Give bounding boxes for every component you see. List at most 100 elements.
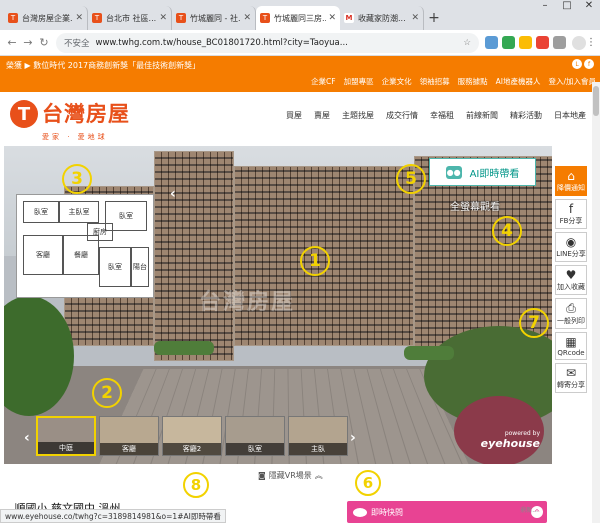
nav-events[interactable]: 精彩活動 <box>510 110 542 121</box>
printer-icon: ⎙ <box>566 301 576 315</box>
close-tab-icon[interactable]: ✕ <box>75 13 83 23</box>
powered-by[interactable]: powered by eyehouse <box>481 430 540 450</box>
price-alert-button[interactable]: ⌂ 降價通知 <box>555 166 587 196</box>
facebook-icon: f <box>568 202 574 216</box>
fullscreen-button[interactable]: 全螢幕觀看 <box>450 198 500 213</box>
extension-icon[interactable] <box>519 36 532 49</box>
page-scrollbar[interactable] <box>592 82 600 523</box>
line-share-button[interactable]: ◉ LINE分享 <box>555 232 587 262</box>
link-recruit[interactable]: 領袖招募 <box>420 76 450 87</box>
nav-japan[interactable]: 日本地產 <box>554 110 586 121</box>
extension-icon[interactable] <box>485 36 498 49</box>
new-tab-button[interactable]: + <box>424 6 444 30</box>
browser-tab[interactable]: M 收藏家防潮... ✕ <box>340 6 424 30</box>
site-favicon-icon: T <box>92 13 102 23</box>
maximize-button[interactable]: □ <box>556 0 578 18</box>
vr-thumbnail[interactable]: 中庭 <box>36 416 96 456</box>
site-favicon-icon: T <box>176 13 186 23</box>
vr-prev-arrow[interactable]: ‹ <box>170 186 176 202</box>
marker-3: 3 <box>62 164 92 194</box>
print-button[interactable]: ⎙ 一般列印 <box>555 298 587 329</box>
vr-viewer[interactable]: 台灣房屋 臥室 主臥室 臥室 客廳 餐廳 臥室 陽台 廚房 ‹ ‹ › ●● A… <box>4 146 552 464</box>
browser-tab[interactable]: T 竹城麗同 - 社... ✕ <box>172 6 256 30</box>
fb-share-button[interactable]: f FB分享 <box>555 199 587 229</box>
link-cf[interactable]: 企業CF <box>311 76 336 87</box>
floorplan-room[interactable]: 臥室 <box>23 201 59 223</box>
close-tab-icon[interactable]: ✕ <box>411 13 419 23</box>
link-culture[interactable]: 企業文化 <box>382 76 412 87</box>
marker-4: 4 <box>492 216 522 246</box>
nav-buy[interactable]: 買屋 <box>286 110 302 121</box>
marker-5: 5 <box>396 164 426 194</box>
nav-rent[interactable]: 幸福租 <box>430 110 454 121</box>
browser-tab[interactable]: T 台北市 社區... ✕ <box>88 6 172 30</box>
scrollbar-thumb[interactable] <box>593 86 599 116</box>
extension-icon[interactable] <box>536 36 549 49</box>
link-franchise[interactable]: 加盟專區 <box>344 76 374 87</box>
side-action-bar: ⌂ 降價通知 f FB分享 ◉ LINE分享 ♥ 加入收藏 ⎙ 一般列印 ▦ QRcode … <box>555 166 587 396</box>
vr-thumbnail[interactable]: 客廳 <box>99 416 159 456</box>
nav-news[interactable]: 前線新聞 <box>466 110 498 121</box>
site-top-bar: 榮獲 ▶ 數位時代 2017商務創新獎「最佳技術創新獎」 L f 企業CF 加盟… <box>0 56 600 92</box>
link-login[interactable]: 登入/加入會員 <box>548 76 596 87</box>
address-bar[interactable]: 不安全 www.twhg.com.tw/house_BC01801720.htm… <box>56 32 479 53</box>
site-logo[interactable]: T 台灣房屋 <box>10 100 130 128</box>
minimize-button[interactable]: – <box>534 0 556 18</box>
floorplan-room[interactable]: 陽台 <box>131 247 149 287</box>
chat-icon <box>353 507 367 517</box>
facebook-icon[interactable]: f <box>584 59 594 69</box>
floorplan-room[interactable]: 餐廳 <box>63 235 99 275</box>
profile-avatar[interactable] <box>572 35 586 50</box>
heart-icon: ♥ <box>565 268 577 282</box>
social-icons: L f <box>572 59 594 69</box>
marker-8: 8 <box>183 472 209 498</box>
thumbs-next-arrow[interactable]: › <box>350 430 356 446</box>
link-branches[interactable]: 服務據點 <box>458 76 488 87</box>
line-icon: ◉ <box>565 235 577 249</box>
url-text[interactable]: www.twhg.com.tw/house_BC01801720.html?ci… <box>96 38 460 48</box>
extension-icon[interactable] <box>502 36 515 49</box>
browser-menu-icon[interactable]: ⋮ <box>586 37 596 48</box>
nav-sell[interactable]: 賣屋 <box>314 110 330 121</box>
bookmark-star-icon[interactable]: ☆ <box>463 38 471 48</box>
hide-vr-button[interactable]: ◙ 隱藏VR場景 ︽ <box>258 470 323 481</box>
nav-deals[interactable]: 成交行情 <box>386 110 418 121</box>
close-tab-icon[interactable]: ✕ <box>159 13 167 23</box>
mail-share-button[interactable]: ✉ 轉寄分享 <box>555 363 587 393</box>
vr-thumbnail[interactable]: 臥室 <box>225 416 285 456</box>
ai-tour-button[interactable]: ●● AI即時帶看 <box>429 158 536 186</box>
close-window-button[interactable]: ✕ <box>578 0 600 18</box>
line-icon[interactable]: L <box>572 59 582 69</box>
nav-theme[interactable]: 主題找屋 <box>342 110 374 121</box>
site-header: T 台灣房屋 愛家 · 愛地球 買屋 賣屋 主題找屋 成交行情 幸福租 前線新聞… <box>0 92 600 142</box>
back-icon[interactable]: ← <box>4 36 20 49</box>
floorplan-minimap[interactable]: 臥室 主臥室 臥室 客廳 餐廳 臥室 陽台 廚房 <box>16 194 154 298</box>
main-nav: 買屋 賣屋 主題找屋 成交行情 幸福租 前線新聞 精彩活動 日本地產 <box>286 110 586 121</box>
floorplan-room[interactable]: 臥室 <box>99 247 131 287</box>
floorplan-room[interactable]: 廚房 <box>87 223 113 241</box>
browser-tab[interactable]: T 台灣房屋企業... ✕ <box>4 6 88 30</box>
thumbs-prev-arrow[interactable]: ‹ <box>24 430 30 446</box>
vr-icon: ◙ <box>258 471 266 480</box>
reload-icon[interactable]: ↻ <box>36 36 52 49</box>
link-ai-robot[interactable]: AI地產機器人 <box>496 76 541 87</box>
award-announcement[interactable]: 榮獲 ▶ 數位時代 2017商務創新獎「最佳技術創新獎」 <box>6 60 200 71</box>
house-icon: ⌂ <box>567 169 575 183</box>
forward-icon[interactable]: → <box>20 36 36 49</box>
browser-tab-active[interactable]: T 竹城麗同三房... ✕ <box>256 6 340 30</box>
vr-thumbnail[interactable]: 客廳2 <box>162 416 222 456</box>
quick-chat-button[interactable]: 即時快問 ^ <box>347 501 547 523</box>
close-tab-icon[interactable]: ✕ <box>328 13 336 23</box>
favorite-button[interactable]: ♥ 加入收藏 <box>555 265 587 295</box>
floorplan-room[interactable]: 客廳 <box>23 235 63 275</box>
floorplan-room[interactable]: 主臥室 <box>59 201 99 223</box>
qrcode-button[interactable]: ▦ QRcode <box>555 332 587 360</box>
vr-thumbnail[interactable]: 主臥 <box>288 416 348 456</box>
close-tab-icon[interactable]: ✕ <box>243 13 251 23</box>
mail-icon: ✉ <box>565 366 577 380</box>
vr-building <box>154 151 234 361</box>
security-indicator[interactable]: 不安全 <box>64 37 90 49</box>
marker-7: 7 <box>519 308 549 338</box>
extension-icon[interactable] <box>553 36 566 49</box>
window-controls: – □ ✕ <box>534 0 600 18</box>
